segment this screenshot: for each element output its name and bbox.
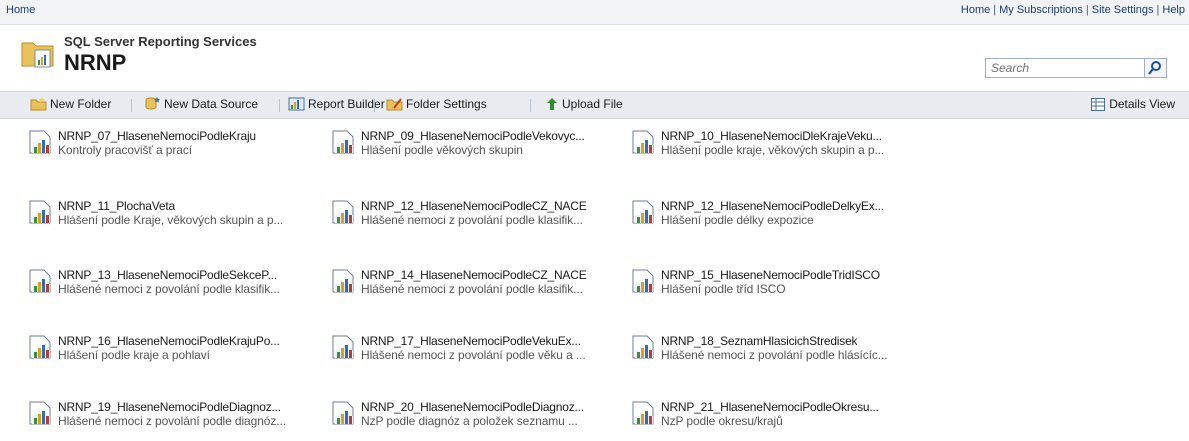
help-link[interactable]: Help	[1162, 4, 1185, 16]
report-item[interactable]: NRNP_07_HlaseneNemociPodleKraju Kontroly …	[26, 128, 316, 162]
report-item[interactable]: NRNP_11_PlochaVeta Hlášení podle Kraje, v…	[26, 198, 316, 232]
report-name[interactable]: NRNP_12_HlaseneNemociPodleCZ_NACE	[361, 199, 587, 213]
new-folder-label: New Folder	[50, 97, 112, 111]
report-name[interactable]: NRNP_13_HlaseneNemociPodleSekceP...	[58, 268, 277, 282]
search-input[interactable]	[985, 58, 1145, 78]
report-name[interactable]: NRNP_20_HlaseneNemociPodleDiagnoz...	[361, 400, 584, 414]
page-title: NRNP	[64, 50, 127, 75]
report-description: NzP podle diagnóz a položek seznamu ...	[361, 414, 578, 428]
report-description: Hlášené nemoci z povolání podle diagnóz.…	[58, 414, 286, 428]
home-link[interactable]: Home	[961, 4, 990, 16]
report-name[interactable]: NRNP_09_HlaseneNemociPodleVekovyc...	[361, 129, 585, 143]
details-view-icon	[1091, 97, 1106, 111]
report-icon	[29, 335, 51, 359]
site-settings-link[interactable]: Site Settings	[1092, 4, 1154, 16]
new-data-source-label: New Data Source	[164, 97, 259, 111]
report-icon	[632, 269, 654, 293]
details-view-button[interactable]: Details View	[1091, 97, 1175, 111]
report-description: Hlášené nemoci z povolání podle klasifik…	[361, 282, 583, 296]
toolbar-divider	[131, 99, 132, 112]
toolbar-divider	[374, 99, 375, 112]
report-name[interactable]: NRNP_17_HlaseneNemociPodleVekuEx...	[361, 334, 581, 348]
report-name[interactable]: NRNP_11_PlochaVeta	[58, 199, 175, 213]
report-icon	[29, 200, 51, 224]
folder-settings-icon	[386, 98, 403, 111]
report-item[interactable]: NRNP_14_HlaseneNemociPodleCZ_NACE Hlášené…	[329, 267, 619, 301]
folder-settings-label: Folder Settings	[406, 97, 487, 111]
report-name[interactable]: NRNP_12_HlaseneNemociPodleDelkyEx...	[661, 199, 884, 213]
report-item[interactable]: NRNP_16_HlaseneNemociPodleKrajuPo... Hláš…	[26, 333, 316, 367]
report-builder-icon	[288, 97, 305, 111]
report-name[interactable]: NRNP_16_HlaseneNemociPodleKrajuPo...	[58, 334, 280, 348]
new-data-source-icon	[145, 97, 160, 110]
report-name[interactable]: NRNP_19_HlaseneNemociPodleDiagnoz...	[58, 400, 281, 414]
folder-settings-button[interactable]: Folder Settings	[386, 97, 487, 111]
product-name: SQL Server Reporting Services	[64, 34, 257, 49]
report-icon	[29, 130, 51, 154]
report-item[interactable]: NRNP_15_HlaseneNemociPodleTridISCO Hlášen…	[629, 267, 919, 301]
report-description: Hlášení podle kraje, věkových skupin a p…	[661, 143, 885, 157]
breadcrumb-home[interactable]: Home	[6, 4, 35, 16]
new-folder-icon	[30, 97, 47, 111]
report-description: Hlášené nemoci z povolání podle věku a .…	[361, 348, 586, 362]
report-item[interactable]: NRNP_17_HlaseneNemociPodleVekuEx... Hláše…	[329, 333, 619, 367]
report-icon	[332, 335, 354, 359]
new-data-source-button[interactable]: New Data Source	[144, 97, 258, 111]
upload-file-label: Upload File	[562, 97, 623, 111]
report-description: Hlášení podle tříd ISCO	[661, 282, 786, 296]
report-name[interactable]: NRNP_07_HlaseneNemociPodleKraju	[58, 129, 256, 143]
report-item[interactable]: NRNP_21_HlaseneNemociPodleOkresu... NzP p…	[629, 399, 919, 433]
report-description: Hlášení podle délky expozice	[661, 213, 814, 227]
report-icon	[632, 130, 654, 154]
report-item[interactable]: NRNP_10_HlaseneNemociDleKrajeVeku... Hláš…	[629, 128, 919, 162]
report-icon	[29, 269, 51, 293]
link-separator: |	[993, 4, 997, 16]
report-description: NzP podle okresu/krajů	[661, 414, 783, 428]
report-item[interactable]: NRNP_09_HlaseneNemociPodleVekovyc... Hláš…	[329, 128, 619, 162]
folder-report-icon	[21, 42, 54, 68]
upload-arrow-icon	[547, 98, 557, 110]
toolbar-divider	[530, 99, 531, 112]
report-icon	[632, 335, 654, 359]
report-icon	[29, 401, 51, 425]
report-item[interactable]: NRNP_12_HlaseneNemociPodleCZ_NACE Hlášené…	[329, 198, 619, 232]
toolbar: New Folder New Data Source Report Builde…	[0, 91, 1189, 119]
top-bar: Home Home | My Subscriptions | Site Settings…	[0, 0, 1189, 25]
search-icon	[1148, 61, 1161, 75]
report-icon	[332, 130, 354, 154]
global-links: Home | My Subscriptions | Site Settings | Help	[961, 4, 1185, 16]
page-header: SQL Server Reporting Services NRNP	[0, 25, 1189, 85]
report-icon	[332, 269, 354, 293]
report-item[interactable]: NRNP_19_HlaseneNemociPodleDiagnoz... Hláš…	[26, 399, 316, 433]
report-name[interactable]: NRNP_21_HlaseneNemociPodleOkresu...	[661, 400, 879, 414]
report-item[interactable]: NRNP_18_SeznamHlasicichStredisek Hlášené …	[629, 333, 919, 367]
report-name[interactable]: NRNP_18_SeznamHlasicichStredisek	[661, 334, 858, 348]
report-item[interactable]: NRNP_20_HlaseneNemociPodleDiagnoz... NzP …	[329, 399, 619, 433]
upload-file-button[interactable]: Upload File	[545, 97, 623, 111]
report-description: Hlášené nemoci z povolání podle hlásícíc…	[661, 348, 888, 362]
toolbar-divider	[279, 99, 280, 112]
my-subscriptions-link[interactable]: My Subscriptions	[999, 4, 1083, 16]
report-builder-button[interactable]: Report Builder	[288, 97, 385, 111]
report-name[interactable]: NRNP_10_HlaseneNemociDleKrajeVeku...	[661, 129, 882, 143]
report-description: Kontroly pracovišť a prací	[58, 143, 192, 157]
report-description: Hlášení podle věkových skupin	[361, 143, 523, 157]
report-icon	[332, 401, 354, 425]
report-description: Hlášené nemoci z povolání podle klasifik…	[58, 282, 280, 296]
report-name[interactable]: NRNP_15_HlaseneNemociPodleTridISCO	[661, 268, 880, 282]
search-button[interactable]	[1145, 58, 1167, 78]
report-description: Hlášení podle Kraje, věkových skupin a p…	[58, 213, 284, 227]
link-separator: |	[1085, 4, 1089, 16]
report-name[interactable]: NRNP_14_HlaseneNemociPodleCZ_NACE	[361, 268, 587, 282]
report-icon	[632, 401, 654, 425]
report-item[interactable]: NRNP_12_HlaseneNemociPodleDelkyEx... Hláš…	[629, 198, 919, 232]
report-description: Hlášené nemoci z povolání podle klasifik…	[361, 213, 583, 227]
report-item[interactable]: NRNP_13_HlaseneNemociPodleSekceP... Hláše…	[26, 267, 316, 301]
report-description: Hlášení podle kraje a pohlaví	[58, 348, 210, 362]
report-icon	[632, 200, 654, 224]
report-icon	[332, 200, 354, 224]
details-view-label: Details View	[1109, 97, 1175, 111]
new-folder-button[interactable]: New Folder	[30, 97, 111, 111]
